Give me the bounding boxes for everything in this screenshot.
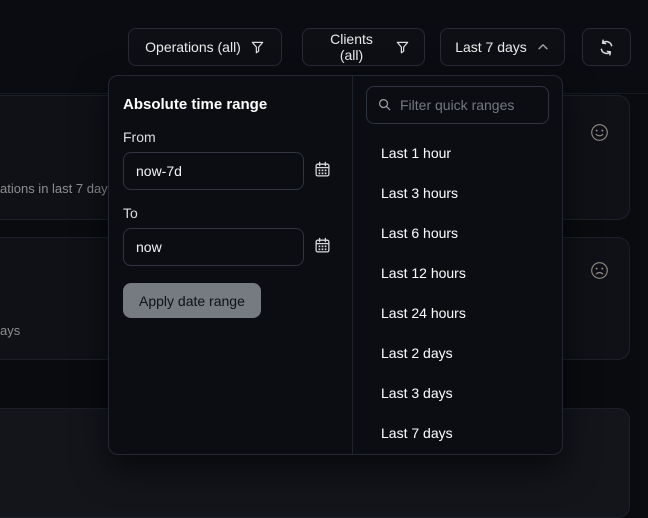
to-input[interactable]	[123, 228, 304, 266]
calendar-icon	[314, 237, 331, 257]
absolute-time-range-title: Absolute time range	[123, 96, 338, 113]
chevron-up-icon	[536, 40, 550, 54]
quick-range-option[interactable]: Last 3 hours	[353, 173, 562, 213]
apply-date-range-button[interactable]: Apply date range	[123, 283, 261, 318]
to-calendar-button[interactable]	[314, 237, 331, 257]
quick-ranges-list: Last 1 hourLast 3 hoursLast 6 hoursLast …	[353, 133, 562, 453]
time-range-dropdown: Absolute time range From	[108, 75, 563, 455]
quick-ranges-filter-input[interactable]	[366, 86, 549, 124]
time-range-label: Last 7 days	[455, 39, 527, 55]
clients-filter-label: Clients (all)	[317, 31, 386, 63]
quick-range-option[interactable]: Last 3 days	[353, 373, 562, 413]
refresh-button[interactable]	[582, 28, 631, 66]
time-range-picker-button[interactable]: Last 7 days	[440, 28, 565, 66]
refresh-icon	[598, 39, 615, 56]
dashboard-page: ations in last 7 days ays Operations (al…	[0, 0, 648, 479]
filter-funnel-icon	[250, 40, 265, 55]
quick-range-option[interactable]: Last 6 hours	[353, 213, 562, 253]
frown-face-icon	[590, 261, 609, 285]
filter-funnel-icon	[395, 40, 410, 55]
from-label: From	[123, 129, 338, 145]
quick-ranges-section: Last 1 hourLast 3 hoursLast 6 hoursLast …	[353, 76, 562, 454]
stat-card-caption: ays	[0, 323, 20, 338]
quick-range-option[interactable]: Last 12 hours	[353, 253, 562, 293]
from-input[interactable]	[123, 152, 304, 190]
quick-range-option[interactable]: Last 7 days	[353, 413, 562, 453]
stat-card-caption: ations in last 7 days	[0, 181, 114, 196]
operations-filter-button[interactable]: Operations (all)	[128, 28, 282, 66]
quick-range-option[interactable]: Last 24 hours	[353, 293, 562, 333]
from-calendar-button[interactable]	[314, 161, 331, 181]
smiley-face-icon	[590, 123, 609, 147]
quick-range-option[interactable]: Last 2 days	[353, 333, 562, 373]
quick-range-option[interactable]: Last 1 hour	[353, 133, 562, 173]
clients-filter-button[interactable]: Clients (all)	[302, 28, 425, 66]
calendar-icon	[314, 161, 331, 181]
absolute-time-range-section: Absolute time range From	[109, 76, 353, 454]
operations-filter-label: Operations (all)	[145, 39, 241, 55]
to-label: To	[123, 205, 338, 221]
